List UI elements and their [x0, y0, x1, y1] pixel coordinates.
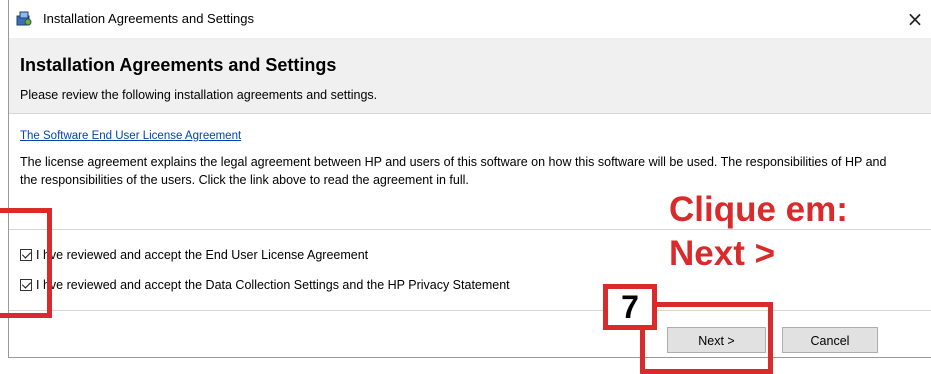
close-icon[interactable]: ×: [902, 6, 928, 32]
installer-icon: [16, 11, 32, 26]
highlight-next-button: [640, 302, 773, 374]
header-band: [9, 38, 931, 114]
step-number-badge: 7: [603, 284, 657, 330]
installer-window: Installation Agreements and Settings × I…: [8, 0, 931, 358]
eula-link[interactable]: The Software End User License Agreement: [20, 130, 241, 142]
window-title: Installation Agreements and Settings: [43, 11, 255, 26]
eula-accept-label: I hve reviewed and accept the End User L…: [36, 248, 369, 262]
license-description: The license agreement explains the legal…: [20, 155, 887, 187]
instruction-line-1: Clique em:: [669, 190, 848, 229]
cancel-button[interactable]: Cancel: [782, 327, 878, 353]
privacy-accept-label: I hve reviewed and accept the Data Colle…: [36, 278, 510, 292]
page-subtitle: Please review the following installation…: [20, 88, 378, 102]
highlight-checkboxes: [0, 208, 52, 318]
privacy-accept-row[interactable]: I hve reviewed and accept the Data Colle…: [20, 278, 510, 292]
instruction-line-2: Next >: [669, 234, 776, 273]
page-title: Installation Agreements and Settings: [20, 55, 337, 75]
eula-accept-row[interactable]: I hve reviewed and accept the End User L…: [20, 248, 368, 262]
title-bar: Installation Agreements and Settings ×: [9, 0, 931, 38]
footer-divider: [9, 310, 931, 311]
